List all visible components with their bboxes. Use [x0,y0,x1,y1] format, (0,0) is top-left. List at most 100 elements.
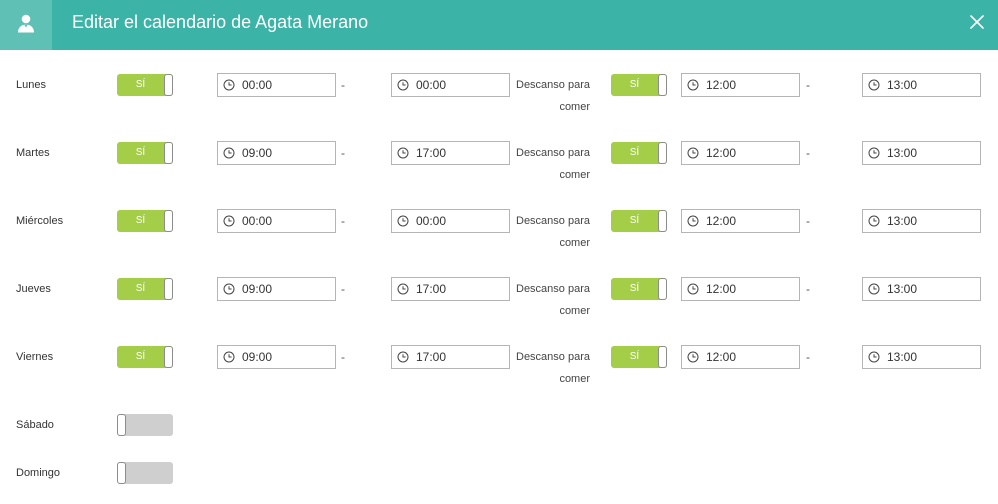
break-start-time-input[interactable] [682,74,799,96]
start-time-input[interactable] [218,74,335,96]
range-separator: - [341,214,345,228]
lunch-break-label: Descanso para comer [516,147,590,181]
break-end-time-input[interactable] [863,74,980,96]
day-enabled-toggle[interactable]: SÍ [117,142,173,164]
break-end-time-field[interactable] [862,141,981,165]
break-end-time-input[interactable] [863,210,980,232]
day-enabled-toggle[interactable] [117,414,173,436]
day-enabled-toggle[interactable]: SÍ [117,346,173,368]
toggle-knob[interactable] [164,142,173,164]
day-enabled-toggle[interactable]: SÍ [117,278,173,300]
day-label: Miércoles [16,215,64,227]
range-separator: - [806,146,810,160]
day-enabled-toggle[interactable] [117,462,173,484]
day-label: Viernes [16,351,54,363]
start-time-field[interactable] [217,209,336,233]
end-time-input[interactable] [392,278,509,300]
lunch-break-toggle[interactable]: SÍ [611,346,667,368]
toggle-knob[interactable] [164,278,173,300]
end-time-input[interactable] [392,346,509,368]
toggle-knob[interactable] [658,74,667,96]
start-time-field[interactable] [217,141,336,165]
toggle-label: SÍ [135,147,146,158]
toggle-knob[interactable] [117,414,126,436]
modal-header: Editar el calendario de Agata Merano [0,0,998,50]
lunch-break-label: Descanso para comer [516,215,590,249]
break-end-time-input[interactable] [863,346,980,368]
end-time-input[interactable] [392,210,509,232]
lunch-break-toggle[interactable]: SÍ [611,278,667,300]
toggle-label: SÍ [629,215,640,226]
close-icon[interactable] [970,15,984,29]
break-end-time-field[interactable] [862,277,981,301]
lunch-break-label: Descanso para comer [516,283,590,317]
day-label: Martes [16,147,50,159]
toggle-knob[interactable] [164,74,173,96]
toggle-label: SÍ [629,351,640,362]
start-time-input[interactable] [218,278,335,300]
toggle-knob[interactable] [117,462,126,484]
day-row: Lunes SÍ - Descanso para comer SÍ - [0,73,998,113]
day-label: Sábado [16,419,54,431]
modal-title: Editar el calendario de Agata Merano [72,12,369,32]
break-start-time-field[interactable] [681,73,800,97]
end-time-field[interactable] [391,345,510,369]
break-start-time-input[interactable] [682,278,799,300]
day-enabled-toggle[interactable]: SÍ [117,210,173,232]
break-end-time-field[interactable] [862,345,981,369]
break-start-time-field[interactable] [681,277,800,301]
start-time-input[interactable] [218,210,335,232]
end-time-input[interactable] [392,142,509,164]
user-icon [18,14,34,33]
start-time-input[interactable] [218,142,335,164]
toggle-label: SÍ [135,351,146,362]
header-icon-box [0,0,52,50]
end-time-input[interactable] [392,74,509,96]
break-end-time-field[interactable] [862,73,981,97]
toggle-knob[interactable] [164,346,173,368]
start-time-input[interactable] [218,346,335,368]
break-start-time-input[interactable] [682,346,799,368]
range-separator: - [341,78,345,92]
end-time-field[interactable] [391,73,510,97]
break-start-time-input[interactable] [682,210,799,232]
break-start-time-field[interactable] [681,345,800,369]
range-separator: - [806,214,810,228]
end-time-field[interactable] [391,209,510,233]
day-row: Viernes SÍ - Descanso para comer SÍ - [0,345,998,385]
range-separator: - [341,146,345,160]
toggle-knob[interactable] [164,210,173,232]
break-start-time-input[interactable] [682,142,799,164]
toggle-label: SÍ [629,283,640,294]
end-time-field[interactable] [391,141,510,165]
range-separator: - [806,282,810,296]
lunch-break-toggle[interactable]: SÍ [611,142,667,164]
break-start-time-field[interactable] [681,141,800,165]
toggle-label: SÍ [629,79,640,90]
start-time-field[interactable] [217,345,336,369]
end-time-field[interactable] [391,277,510,301]
start-time-field[interactable] [217,73,336,97]
break-end-time-field[interactable] [862,209,981,233]
toggle-knob[interactable] [658,142,667,164]
range-separator: - [341,282,345,296]
day-row: Sábado [0,414,998,438]
lunch-break-label: Descanso para comer [516,79,590,113]
toggle-knob[interactable] [658,210,667,232]
break-end-time-input[interactable] [863,278,980,300]
lunch-break-label: Descanso para comer [516,351,590,385]
start-time-field[interactable] [217,277,336,301]
toggle-knob[interactable] [658,278,667,300]
range-separator: - [341,350,345,364]
toggle-label: SÍ [135,79,146,90]
break-start-time-field[interactable] [681,209,800,233]
toggle-label: SÍ [135,283,146,294]
day-enabled-toggle[interactable]: SÍ [117,74,173,96]
day-row: Jueves SÍ - Descanso para comer SÍ - [0,277,998,317]
day-label: Jueves [16,283,51,295]
toggle-knob[interactable] [658,346,667,368]
day-row: Miércoles SÍ - Descanso para comer SÍ - [0,209,998,249]
break-end-time-input[interactable] [863,142,980,164]
lunch-break-toggle[interactable]: SÍ [611,210,667,232]
lunch-break-toggle[interactable]: SÍ [611,74,667,96]
